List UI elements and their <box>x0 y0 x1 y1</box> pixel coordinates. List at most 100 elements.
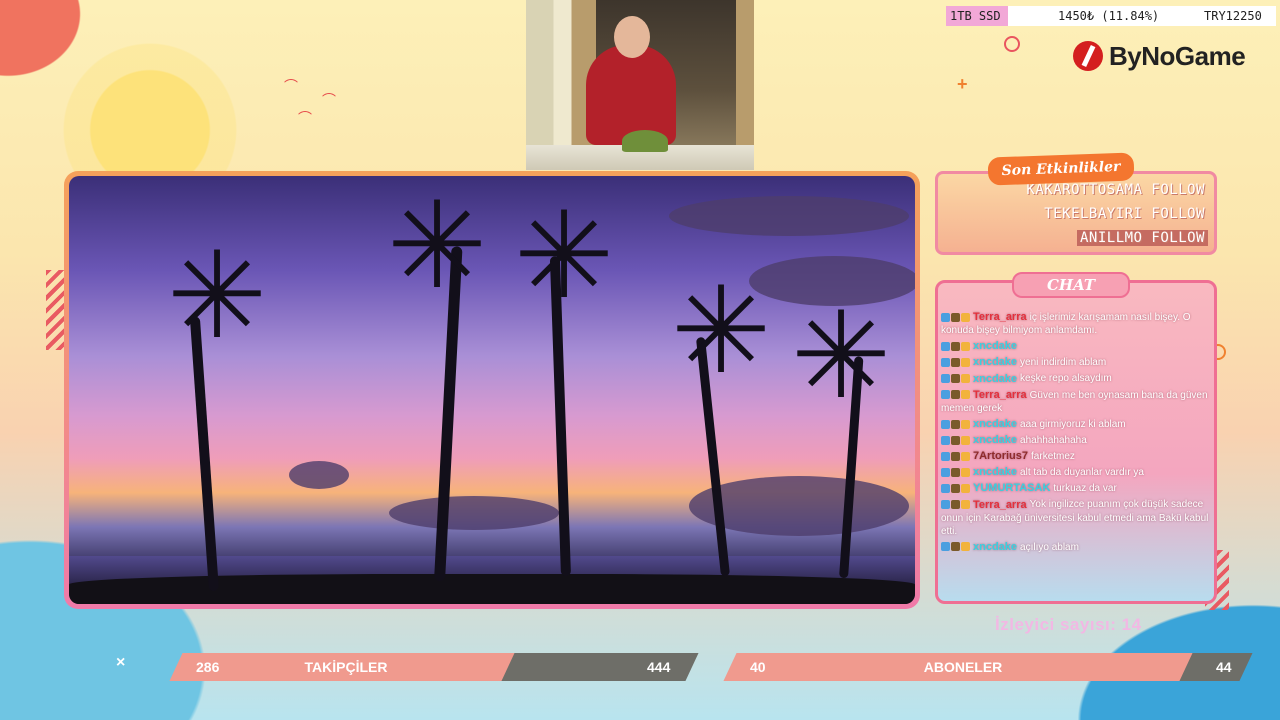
chat-username[interactable]: xncdake <box>973 340 1017 352</box>
events-title: Son Etkinlikler <box>987 152 1135 186</box>
chat-message: xncdake keşke repo alsaydım <box>941 372 1213 385</box>
badge-icon <box>951 390 960 400</box>
bird-icon: ⌒ <box>284 78 298 94</box>
user-badges <box>941 372 971 385</box>
chat-username[interactable]: Terra_arra <box>973 311 1027 323</box>
chat-username[interactable]: 7Artorius7 <box>973 450 1028 462</box>
chat-text: farketmez <box>1031 451 1075 463</box>
bird-icon: ⌒ <box>322 92 336 108</box>
chat-message: 7Artorius7 farketmez <box>941 450 1213 463</box>
chat-text: ahahhahahaha <box>1020 434 1087 446</box>
chat-message: YUMURTASAK turkuaz da var <box>941 482 1213 495</box>
plant <box>622 130 668 152</box>
chat-username[interactable]: Terra_arra <box>973 499 1027 511</box>
chat-username[interactable]: xncdake <box>973 466 1017 478</box>
badge-icon <box>951 435 960 445</box>
badge-icon <box>951 358 960 368</box>
badge-icon <box>961 374 970 384</box>
event-item: KAKAROTTOSAMA FOLLOW <box>1026 182 1205 198</box>
chat-username[interactable]: xncdake <box>973 373 1017 385</box>
event-item: ANILLMO FOLLOW <box>1076 230 1208 246</box>
chat-username[interactable]: xncdake <box>973 541 1017 553</box>
user-badges <box>941 466 971 479</box>
badge-icon <box>961 358 970 368</box>
badge-icon <box>941 390 950 400</box>
badge-icon <box>951 312 960 322</box>
badge-icon <box>941 467 950 477</box>
chat-username[interactable]: YUMURTASAK <box>973 482 1050 494</box>
badge-icon <box>961 312 970 322</box>
chat-message-list: Terra_arra iç işlerimiz karışamam nasıl b… <box>941 311 1213 557</box>
chat-username[interactable]: xncdake <box>973 356 1017 368</box>
badge-icon <box>941 358 950 368</box>
chat-message: xncdake açılıyo ablam <box>941 541 1213 554</box>
badge-icon <box>951 542 960 552</box>
ticker-product: 1TB SSD <box>946 6 1008 26</box>
followers-label: TAKİPÇİLER <box>304 659 388 675</box>
brand-logo: ByNoGame <box>1073 36 1246 76</box>
viewer-count: İzleyici sayısı: 14 <box>995 615 1142 634</box>
chat-message: Terra_arra Güven me ben oynasam bana da g… <box>941 389 1213 415</box>
badge-icon <box>961 390 970 400</box>
chat-message: xncdake yeni indirdim ablam <box>941 356 1213 369</box>
badge-icon <box>951 374 960 384</box>
user-badges <box>941 541 971 554</box>
user-badges <box>941 389 971 402</box>
chat-text: turkuaz da var <box>1053 483 1117 495</box>
palm-frond: ✳ <box>790 289 892 423</box>
chat-message: Terra_arra iç işlerimiz karışamam nasıl b… <box>941 311 1213 337</box>
badge-icon <box>961 435 970 445</box>
badge-icon <box>951 342 960 351</box>
badge-icon <box>951 484 960 494</box>
chat-username[interactable]: xncdake <box>973 418 1017 430</box>
chat-message: Terra_arra Yok ingilizce puanım çok düşük… <box>941 498 1213 537</box>
plus-decoration: + <box>957 74 968 94</box>
badge-icon <box>961 500 970 510</box>
badge-icon <box>961 451 970 461</box>
palm-frond: ✳ <box>513 189 615 323</box>
followers-goal-bar: 444 <box>501 653 699 681</box>
recent-events-panel: KAKAROTTOSAMA FOLLOW TEKELBAYIRI FOLLOW … <box>935 171 1217 255</box>
sunset-palms-scene: ✳ ✳ ✳ ✳ ✳ <box>69 176 915 604</box>
ring-decoration <box>1004 36 1020 52</box>
badge-icon <box>951 419 960 429</box>
badge-icon <box>961 419 970 429</box>
bynogame-logo-icon <box>1073 41 1103 71</box>
user-badges <box>941 450 971 463</box>
user-badges <box>941 418 971 431</box>
ground-silhouette <box>69 574 915 604</box>
chat-text: yeni indirdim ablam <box>1020 357 1107 369</box>
badge-icon <box>961 484 970 494</box>
user-badges <box>941 311 971 324</box>
chat-message: xncdake aaa girmiyoruz ki ablam <box>941 418 1213 431</box>
palm-frond: ✳ <box>670 264 772 398</box>
followers-goal: 444 <box>646 659 670 675</box>
palm-frond: ✳ <box>386 179 488 313</box>
badge-icon <box>941 342 950 351</box>
user-badges <box>941 356 971 369</box>
subscribers-progress-bar: 40 ABONELER <box>723 653 1203 681</box>
badge-icon <box>961 467 970 477</box>
chat-text: alt tab da duyanlar vardır ya <box>1020 467 1144 479</box>
ticker-currency: TRY12250 <box>1204 9 1262 23</box>
subscribers-label: ABONELER <box>923 659 1003 675</box>
user-badges <box>941 340 971 353</box>
cloud <box>289 461 349 489</box>
game-capture-frame: ✳ ✳ ✳ ✳ ✳ <box>64 171 920 609</box>
badge-icon <box>941 419 950 429</box>
chat-username[interactable]: xncdake <box>973 434 1017 446</box>
user-badges <box>941 498 971 511</box>
cloud <box>669 196 909 236</box>
badge-icon <box>941 435 950 445</box>
webcam-feed <box>526 0 754 170</box>
streamer-head <box>614 16 650 58</box>
badge-icon <box>941 374 950 384</box>
badge-icon <box>941 312 950 322</box>
streamer-body <box>586 45 676 145</box>
badge-icon <box>941 451 950 461</box>
logo-text: ByNoGame <box>1109 40 1246 71</box>
followers-current: 286 <box>196 659 220 675</box>
badge-icon <box>941 484 950 494</box>
chat-username[interactable]: Terra_arra <box>973 389 1027 401</box>
badge-icon <box>961 342 970 351</box>
